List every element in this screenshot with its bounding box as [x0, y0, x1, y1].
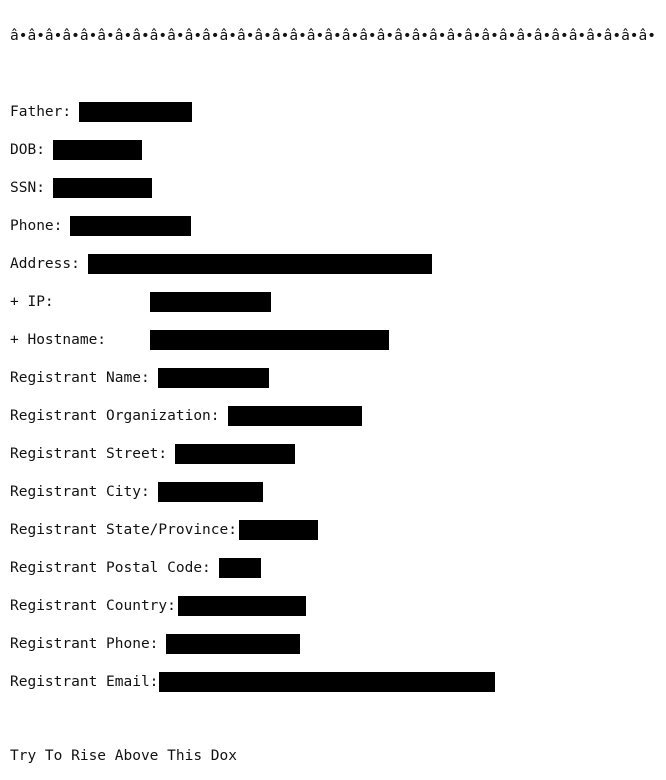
field-row: Registrant Postal Code:	[10, 549, 656, 587]
field-label: Address:	[10, 256, 80, 272]
redaction-bar	[175, 444, 296, 464]
top-divider: â•â•â•â•â•â•â•â•â•â•â•â•â•â•â•â•â•â•â•â•…	[10, 28, 656, 44]
field-row: Registrant Name:	[10, 359, 656, 397]
redaction-bar	[157, 482, 263, 502]
redaction-bar	[177, 596, 306, 616]
field-row: Registrant City:	[10, 473, 656, 511]
field-label: Registrant Email:	[10, 674, 159, 690]
field-list: Father: DOB: SSN: Phone: Address: + IP: + Host…	[10, 93, 656, 701]
redaction-bar	[150, 330, 390, 350]
redaction-bar	[218, 558, 261, 578]
field-label: Phone:	[10, 218, 63, 234]
field-label: SSN:	[10, 180, 45, 196]
field-label: Registrant Street:	[10, 446, 168, 462]
field-label: + IP:	[10, 294, 54, 310]
field-row: SSN:	[10, 169, 656, 207]
field-row: Registrant Email:	[10, 663, 656, 701]
redaction-bar	[87, 254, 432, 274]
field-label: Father:	[10, 104, 72, 120]
field-row: Registrant Country:	[10, 587, 656, 625]
field-row: DOB:	[10, 131, 656, 169]
redaction-bar	[70, 216, 192, 236]
field-row: Father:	[10, 93, 656, 131]
field-row: Registrant Organization:	[10, 397, 656, 435]
redaction-bar	[157, 368, 269, 388]
redaction-bar	[166, 634, 301, 654]
field-label: DOB:	[10, 142, 45, 158]
field-row: Address:	[10, 245, 656, 283]
field-row: Registrant State/Province:	[10, 511, 656, 549]
field-label: Registrant Country:	[10, 598, 176, 614]
redaction-bar	[52, 140, 142, 160]
field-row: + IP:	[10, 283, 656, 321]
redaction-bar	[79, 102, 193, 122]
field-label: Registrant State/Province:	[10, 522, 237, 538]
field-row: Phone:	[10, 207, 656, 245]
redaction-bar	[227, 406, 362, 426]
field-row: Registrant Phone:	[10, 625, 656, 663]
field-label: + Hostname:	[10, 332, 107, 348]
document-page: â•â•â•â•â•â•â•â•â•â•â•â•â•â•â•â•â•â•â•â•…	[0, 0, 666, 780]
field-label: Registrant Phone:	[10, 636, 159, 652]
redaction-bar	[52, 178, 152, 198]
redaction-bar	[149, 292, 271, 312]
footer-text: Try To Rise Above This Dox	[10, 748, 237, 764]
redaction-bar	[238, 520, 318, 540]
field-row: Registrant Street:	[10, 435, 656, 473]
field-label: Registrant Organization:	[10, 408, 220, 424]
field-label: Registrant City:	[10, 484, 150, 500]
field-row: + Hostname:	[10, 321, 656, 359]
field-label: Registrant Name:	[10, 370, 150, 386]
redaction-bar	[159, 672, 496, 692]
field-label: Registrant Postal Code:	[10, 560, 211, 576]
